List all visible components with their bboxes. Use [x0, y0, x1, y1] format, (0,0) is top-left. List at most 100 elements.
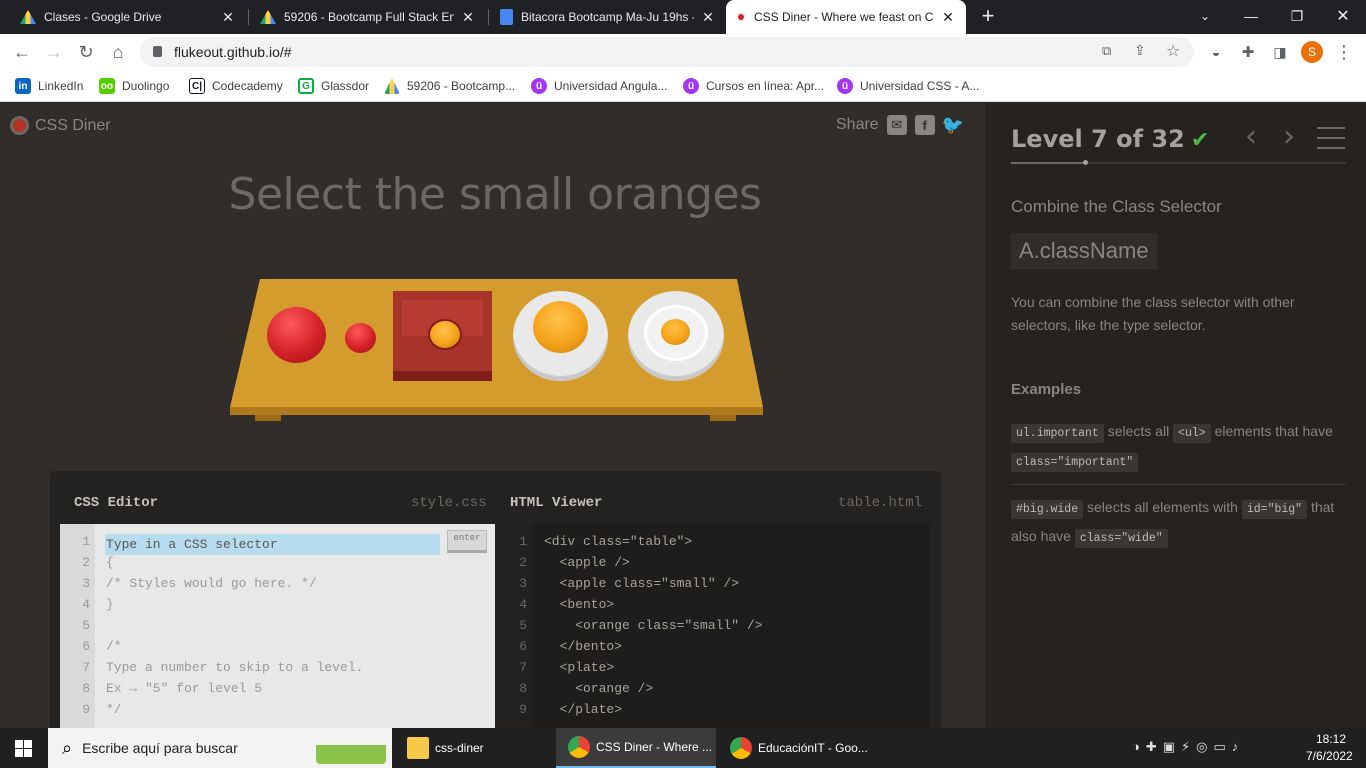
google-drive-icon: [384, 78, 400, 94]
twitter-icon[interactable]: 🐦: [942, 115, 964, 135]
html-code-line[interactable]: </bento>: [544, 639, 622, 654]
extensions-puzzle-icon[interactable]: ✚: [1234, 38, 1262, 66]
html-viewer-title: HTML Viewer: [510, 495, 603, 511]
new-tab-button[interactable]: +: [965, 0, 1011, 32]
bookmark-universidad-css[interactable]: ü Universidad CSS - A...: [837, 77, 979, 95]
css-diner-logo[interactable]: CSS Diner: [10, 116, 111, 135]
bookmark-codecademy[interactable]: C| Codecademy: [189, 77, 283, 95]
bento-box[interactable]: [393, 291, 492, 381]
apple[interactable]: [267, 307, 326, 363]
windows-start-icon[interactable]: [15, 740, 32, 757]
small-orange[interactable]: [661, 319, 690, 345]
side-panel-icon[interactable]: ◨: [1266, 38, 1294, 66]
bookmark-glassdoor[interactable]: G Glassdor: [298, 77, 369, 95]
tab-css-diner[interactable]: CSS Diner - Where we feast on C ✕: [726, 0, 966, 34]
restore-icon[interactable]: ❐: [1274, 0, 1320, 32]
plate[interactable]: [628, 291, 724, 381]
html-code-line[interactable]: <orange />: [544, 681, 653, 696]
profile-initial: S: [1301, 41, 1323, 63]
example-code: class="important": [1011, 453, 1139, 472]
taskbar-app-explorer[interactable]: css-diner: [395, 728, 553, 768]
line-number: 4: [82, 597, 90, 612]
window-close-icon[interactable]: ✕: [1320, 0, 1366, 32]
enter-button[interactable]: enter: [447, 530, 487, 553]
html-code-line[interactable]: <bento>: [544, 597, 615, 612]
example-code: id="big": [1241, 500, 1308, 519]
extension-cat-icon[interactable]: ◒: [1202, 38, 1230, 66]
close-icon[interactable]: ✕: [700, 9, 716, 26]
taskbar-app-label: EducaciónIT - Goo...: [758, 741, 868, 755]
html-code-line[interactable]: <div class="table">: [544, 534, 692, 549]
facebook-icon[interactable]: f: [914, 115, 935, 135]
html-code-line[interactable]: <orange class="small" />: [544, 618, 762, 633]
share-group: Share ✉ f 🐦: [836, 115, 964, 135]
bookmark-label: Duolingo: [122, 79, 170, 93]
tab-title: CSS Diner - Where we feast on C: [754, 10, 934, 24]
forward-icon[interactable]: →: [40, 38, 68, 66]
taskbar-app-chrome-cssdiner[interactable]: CSS Diner - Where ...: [556, 728, 716, 768]
glassdoor-icon: G: [298, 78, 314, 94]
previous-level-icon[interactable]: ‹: [1245, 122, 1267, 153]
tray-icons[interactable]: ◑✚▣⚡◎▭♪: [1132, 739, 1244, 755]
line-number: 7: [82, 660, 90, 675]
clock-date: 7/6/2022: [1306, 749, 1353, 763]
home-icon[interactable]: ⌂: [104, 38, 132, 66]
url-text[interactable]: flukeout.github.io/#: [174, 44, 292, 60]
bookmark-cursos-en-linea[interactable]: ü Cursos en línea: Apr...: [683, 77, 824, 95]
email-icon[interactable]: ✉: [886, 115, 907, 135]
check-icon: ✔: [1190, 128, 1210, 153]
bookmark-duolingo[interactable]: oo Duolingo: [99, 77, 169, 95]
bookmark-linkedin[interactable]: in LinkedIn: [15, 77, 83, 95]
line-number: 1: [82, 534, 90, 549]
taskbar-app-chrome-educacionit[interactable]: EducaciónIT - Goo...: [718, 728, 878, 768]
address-bar[interactable]: flukeout.github.io/# ⧉ ⇪ ☆: [140, 37, 1194, 67]
small-apple[interactable]: [345, 323, 376, 353]
table-leg: [710, 415, 736, 421]
tab-clases-drive[interactable]: Clases - Google Drive ✕: [10, 0, 246, 34]
share-page-icon[interactable]: ⇪: [1134, 42, 1146, 59]
css-diner-favicon: [736, 12, 746, 22]
bookmark-bootcamp[interactable]: 59206 - Bootcamp...: [384, 77, 515, 95]
browser-toolbar: ← → ↻ ⌂ flukeout.github.io/# ⧉ ⇪ ☆ ◒ ✚ ◨…: [0, 34, 1366, 70]
search-icon: ⌕: [62, 737, 73, 758]
bookmark-star-icon[interactable]: ☆: [1166, 41, 1180, 61]
line-number: 8: [82, 681, 90, 696]
html-code-line[interactable]: <plate>: [544, 660, 615, 675]
browser-menu-icon[interactable]: ⋮: [1330, 38, 1358, 66]
line-number: 5: [82, 618, 90, 633]
tab-bitacora-docs[interactable]: Bitacora Bootcamp Ma-Ju 19hs - ✕: [490, 0, 726, 34]
selector-hint: You can combine the class selector with …: [1011, 294, 1295, 333]
profile-avatar[interactable]: S: [1298, 38, 1326, 66]
html-code-line[interactable]: <apple />: [544, 555, 630, 570]
taskbar-search[interactable]: ⌕ Escribe aquí para buscar: [48, 728, 392, 768]
search-placeholder: Escribe aquí para buscar: [82, 740, 238, 756]
table-edge: [230, 407, 763, 415]
minimize-icon[interactable]: —: [1228, 0, 1274, 32]
tab-search-icon[interactable]: ⌄: [1182, 0, 1228, 32]
orange[interactable]: [533, 301, 588, 353]
linkedin-icon: in: [15, 78, 31, 94]
google-drive-icon: [20, 10, 36, 24]
level-header: Level 7 of 32 ✔: [1011, 125, 1209, 153]
close-icon[interactable]: ✕: [460, 9, 476, 26]
level-menu-icon[interactable]: [1317, 127, 1345, 149]
html-code-line[interactable]: </plate>: [544, 702, 622, 717]
bookmark-label: 59206 - Bootcamp...: [407, 79, 516, 93]
translate-icon[interactable]: ⧉: [1102, 43, 1111, 59]
close-icon[interactable]: ✕: [220, 9, 236, 26]
taskbar-app-label: css-diner: [435, 741, 484, 755]
next-level-icon[interactable]: ›: [1283, 122, 1305, 153]
close-icon[interactable]: ✕: [940, 9, 956, 26]
bookmark-universidad-angular[interactable]: ü Universidad Angula...: [531, 77, 667, 95]
reload-icon[interactable]: ↻: [72, 38, 100, 66]
logo-text: CSS Diner: [35, 116, 111, 134]
html-code-line[interactable]: <apple class="small" />: [544, 576, 739, 591]
bookmark-label: Glassdor: [321, 79, 370, 93]
small-orange[interactable]: [430, 321, 460, 348]
plate[interactable]: [513, 291, 608, 381]
css-selector-input[interactable]: [105, 534, 440, 555]
back-icon[interactable]: ←: [8, 38, 36, 66]
tab-bootcamp-drive[interactable]: 59206 - Bootcamp Full Stack Eng ✕: [250, 0, 486, 34]
tab-title: 59206 - Bootcamp Full Stack Eng: [284, 10, 454, 24]
example-2: #big.wide selects all elements with id="…: [1011, 494, 1346, 552]
